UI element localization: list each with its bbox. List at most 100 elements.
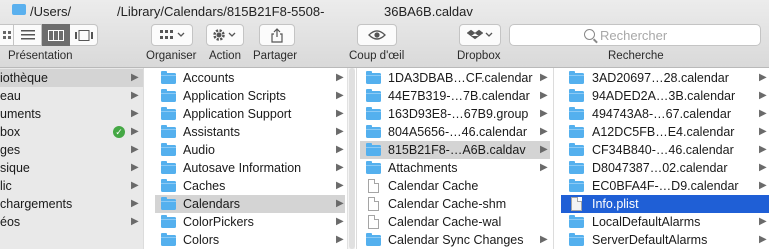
icon-grid-icon bbox=[2, 31, 11, 39]
list-item[interactable]: 494743A8-…67.calendar ▶ bbox=[561, 105, 769, 123]
list-item[interactable]: 163D93E8-…67B9.group ▶ bbox=[360, 105, 550, 123]
dropbox-label: Dropbox bbox=[457, 50, 501, 62]
action-button[interactable] bbox=[206, 24, 244, 46]
list-icon bbox=[20, 30, 35, 40]
chevron-right-icon: ▶ bbox=[759, 90, 767, 101]
column-divider[interactable] bbox=[553, 68, 554, 249]
list-item[interactable]: Application Support ▶ bbox=[155, 105, 345, 123]
list-item[interactable]: LocalDefaultAlarms ▶ bbox=[561, 213, 769, 231]
presentation-label: Présentation bbox=[8, 50, 73, 62]
column-divider[interactable] bbox=[143, 68, 144, 249]
chevron-right-icon: ▶ bbox=[759, 108, 767, 119]
sidebar-item-telechargements[interactable]: chargements ▶ bbox=[0, 195, 143, 213]
document-icon bbox=[368, 179, 379, 193]
chevron-right-icon: ▶ bbox=[540, 90, 548, 101]
sidebar-item-bibliotheque[interactable]: iothèque ▶ bbox=[0, 69, 143, 87]
chevron-right-icon: ▶ bbox=[759, 126, 767, 137]
sidebar-item-videos[interactable]: éos ▶ bbox=[0, 213, 143, 231]
icon-view-button[interactable] bbox=[0, 24, 14, 46]
search-icon bbox=[584, 29, 595, 40]
search-input[interactable] bbox=[600, 27, 769, 43]
sidebar-item-images[interactable]: ges ▶ bbox=[0, 141, 143, 159]
list-item-selected[interactable]: Info.plist bbox=[561, 195, 769, 213]
gear-icon bbox=[213, 29, 236, 41]
sidebar: iothèque ▶ eau ▶ uments ▶ box ✓ ▶ ges ▶ … bbox=[0, 68, 143, 249]
sync-checkmark-icon: ✓ bbox=[113, 126, 125, 138]
calendars-column: 1DA3DBAB…CF.calendar ▶ 44E7B319-…7B.calen… bbox=[360, 68, 550, 249]
chevron-right-icon: ▶ bbox=[540, 72, 548, 83]
scroll-thumb[interactable] bbox=[349, 68, 355, 249]
column-view-button[interactable] bbox=[42, 24, 70, 46]
list-item[interactable]: Colors ▶ bbox=[155, 231, 345, 249]
list-item[interactable]: Calendar Cache bbox=[360, 177, 550, 195]
eye-icon bbox=[368, 30, 386, 40]
list-item-selected[interactable]: Calendars ▶ bbox=[155, 195, 345, 213]
folder-icon bbox=[161, 143, 176, 156]
list-item[interactable]: Assistants ▶ bbox=[155, 123, 345, 141]
folder-icon bbox=[569, 89, 584, 102]
list-item[interactable]: 44E7B319-…7B.calendar ▶ bbox=[360, 87, 550, 105]
sidebar-item-public[interactable]: lic ▶ bbox=[0, 177, 143, 195]
list-item[interactable]: 94ADED2A…3B.calendar ▶ bbox=[561, 87, 769, 105]
sidebar-item-documents[interactable]: uments ▶ bbox=[0, 105, 143, 123]
list-item[interactable]: Caches ▶ bbox=[155, 177, 345, 195]
list-item[interactable]: Audio ▶ bbox=[155, 141, 345, 159]
list-item[interactable]: Attachments ▶ bbox=[360, 159, 550, 177]
path-segment-library: /Library/Calendars/815B21F8-5508- bbox=[117, 3, 325, 19]
list-item[interactable]: Application Scripts ▶ bbox=[155, 87, 345, 105]
folder-icon bbox=[569, 233, 584, 246]
search-field[interactable] bbox=[509, 24, 769, 46]
chevron-right-icon: ▶ bbox=[336, 234, 344, 245]
chevron-right-icon: ▶ bbox=[759, 162, 767, 173]
dropbox-button[interactable] bbox=[459, 24, 501, 46]
quick-look-button[interactable] bbox=[357, 24, 397, 46]
list-item[interactable]: Accounts ▶ bbox=[155, 69, 345, 87]
sidebar-item-reseau[interactable]: eau ▶ bbox=[0, 87, 143, 105]
list-item-selected[interactable]: 815B21F8-…A6B.caldav ▶ bbox=[360, 141, 550, 159]
chevron-right-icon: ▶ bbox=[336, 198, 344, 209]
list-view-button[interactable] bbox=[14, 24, 42, 46]
chevron-right-icon: ▶ bbox=[336, 180, 344, 191]
list-item[interactable]: 804A5656-…46.calendar ▶ bbox=[360, 123, 550, 141]
list-item[interactable]: 3AD20697…28.calendar ▶ bbox=[561, 69, 769, 87]
gallery-view-button[interactable] bbox=[70, 24, 98, 46]
recherche-label: Recherche bbox=[608, 50, 664, 62]
folder-icon bbox=[161, 107, 176, 120]
list-item[interactable]: CF34B840-…46.calendar ▶ bbox=[561, 141, 769, 159]
folder-icon bbox=[366, 125, 381, 138]
list-item[interactable]: ColorPickers ▶ bbox=[155, 213, 345, 231]
list-item[interactable]: Calendar Cache-shm bbox=[360, 195, 550, 213]
list-item[interactable]: EC0BFA4F-…D9.calendar ▶ bbox=[561, 177, 769, 195]
chevron-right-icon: ▶ bbox=[336, 72, 344, 83]
library-column: Accounts ▶ Application Scripts ▶ Applicati… bbox=[155, 68, 345, 249]
folder-icon bbox=[161, 161, 176, 174]
list-item[interactable]: D8047387…02.calendar ▶ bbox=[561, 159, 769, 177]
column-divider[interactable] bbox=[356, 68, 357, 249]
share-button[interactable] bbox=[259, 24, 295, 46]
folder-icon bbox=[366, 233, 381, 246]
library-scrollbar[interactable] bbox=[347, 68, 355, 249]
arrange-icon bbox=[160, 30, 185, 39]
list-item[interactable]: 1DA3DBAB…CF.calendar ▶ bbox=[360, 69, 550, 87]
folder-icon bbox=[366, 161, 381, 174]
organiser-button[interactable] bbox=[151, 24, 193, 46]
list-item[interactable]: Calendar Sync Changes ▶ bbox=[360, 231, 550, 249]
list-item[interactable]: Autosave Information ▶ bbox=[155, 159, 345, 177]
list-item[interactable]: ServerDefaultAlarms ▶ bbox=[561, 231, 769, 249]
folder-icon bbox=[569, 71, 584, 84]
folder-icon bbox=[569, 143, 584, 156]
chevron-right-icon: ▶ bbox=[540, 126, 548, 137]
columns-icon bbox=[47, 29, 64, 41]
chevron-right-icon: ▶ bbox=[336, 216, 344, 227]
folder-icon bbox=[569, 215, 584, 228]
list-item[interactable]: Calendar Cache-wal bbox=[360, 213, 550, 231]
folder-icon bbox=[161, 125, 176, 138]
chevron-right-icon: ▶ bbox=[540, 234, 548, 245]
sidebar-item-musique[interactable]: sique ▶ bbox=[0, 159, 143, 177]
folder-icon bbox=[12, 4, 26, 15]
sidebar-item-dropbox[interactable]: box ✓ ▶ bbox=[0, 123, 143, 141]
list-item[interactable]: A12DC5FB…E4.calendar ▶ bbox=[561, 123, 769, 141]
chevron-right-icon: ▶ bbox=[131, 90, 139, 101]
chevron-right-icon: ▶ bbox=[131, 108, 139, 119]
folder-icon bbox=[161, 89, 176, 102]
